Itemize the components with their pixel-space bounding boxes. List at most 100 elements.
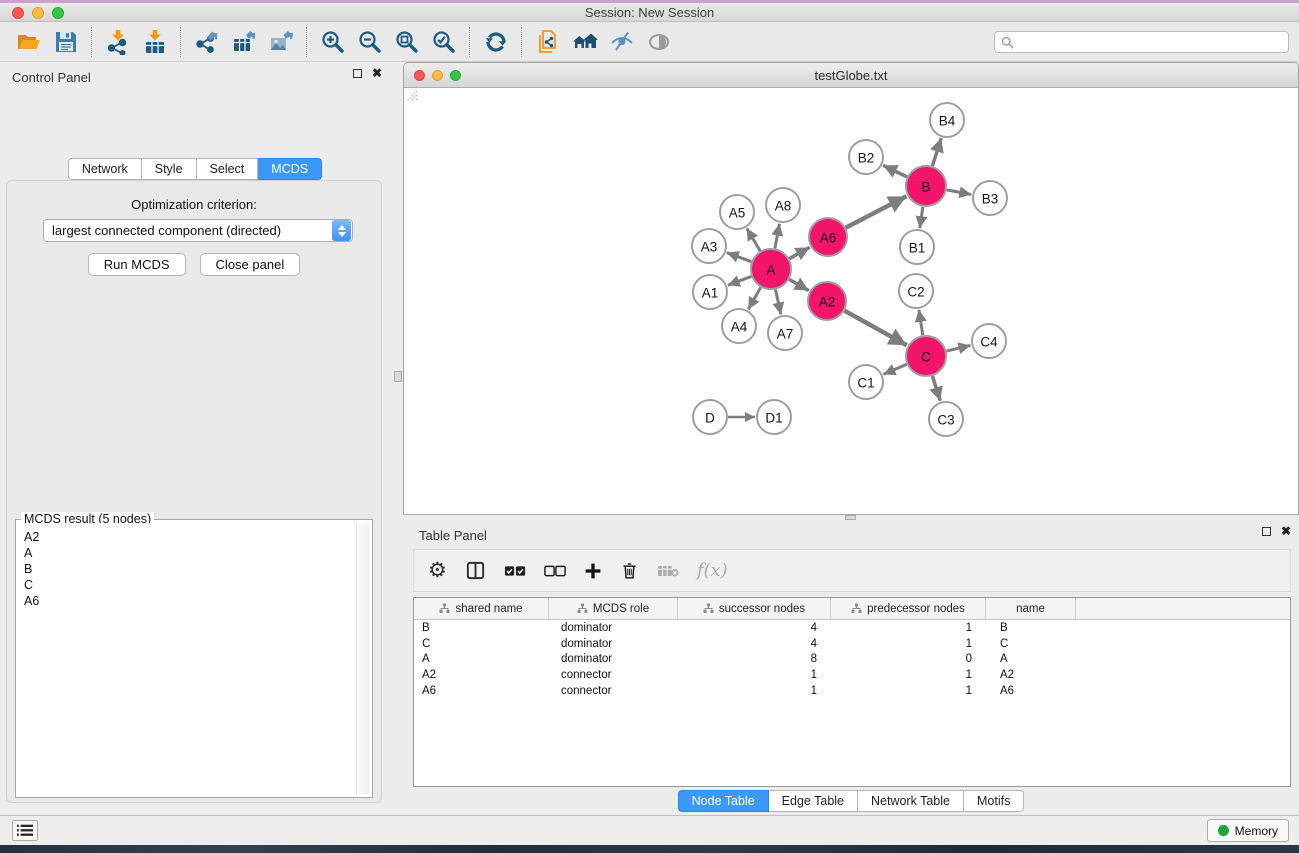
import-table-button[interactable] [136,26,173,58]
close-panel-icon[interactable]: ✖ [372,68,382,78]
add-column-button[interactable] [584,562,602,580]
edge-C-C3[interactable] [932,376,940,401]
column-header-shared-name[interactable]: shared name [414,598,549,619]
task-history-button[interactable] [12,820,38,841]
node-C4[interactable]: C4 [972,324,1006,358]
table-row[interactable]: A6connector11A6 [414,683,1290,699]
duplicate-network-button[interactable] [529,26,566,58]
node-A2[interactable]: A2 [808,282,846,320]
close-panel-button[interactable]: Close panel [200,253,301,276]
edge-A-A1[interactable] [728,276,752,285]
close-panel-icon[interactable]: ✖ [1281,526,1291,536]
edge-A6-B[interactable] [846,196,907,228]
minimize-window-button[interactable] [32,7,44,19]
result-item[interactable]: B [19,561,369,577]
column-header-predecessor-nodes[interactable]: predecessor nodes [831,598,986,619]
node-C3[interactable]: C3 [929,402,963,436]
result-item[interactable]: A [19,545,369,561]
tab-edge-table[interactable]: Edge Table [769,790,858,812]
network-close-button[interactable] [414,70,425,81]
export-network-button[interactable] [188,26,225,58]
edge-A-A6[interactable] [789,247,809,258]
node-C[interactable]: C [906,336,946,376]
edge-A-A7[interactable] [776,290,781,315]
node-B1[interactable]: B1 [900,230,934,264]
import-network-button[interactable] [99,26,136,58]
vertical-splitter-handle[interactable] [394,371,402,382]
zoom-selected-button[interactable] [425,26,462,58]
node-B[interactable]: B [906,166,946,206]
edge-B-B3[interactable] [947,190,972,195]
tab-select[interactable]: Select [197,158,259,180]
result-item[interactable]: A6 [19,593,369,609]
node-A[interactable]: A [751,249,791,289]
column-header-successor-nodes[interactable]: successor nodes [678,598,831,619]
table-row[interactable]: A2connector11A2 [414,667,1290,683]
edge-A-A4[interactable] [748,287,760,309]
edge-B-B2[interactable] [883,165,907,177]
refresh-button[interactable] [477,26,514,58]
table-row[interactable]: Bdominator41B [414,620,1290,636]
edge-C-C2[interactable] [919,310,923,335]
tab-node-table[interactable]: Node Table [678,790,769,812]
search-input[interactable] [1018,33,1288,51]
node-A7[interactable]: A7 [768,316,802,350]
float-panel-icon[interactable] [1262,527,1271,536]
hide-graphics-details-button[interactable] [603,26,640,58]
node-A6[interactable]: A6 [809,218,847,256]
node-D1[interactable]: D1 [757,400,791,434]
home-button[interactable] [566,26,603,58]
node-B4[interactable]: B4 [930,103,964,137]
edge-C-C1[interactable] [883,364,906,374]
network-canvas[interactable]: B4B2BB3A8A5A6A3B1AA1C2A2A4A7C4CC1C3DD1 [404,88,1298,514]
node-B3[interactable]: B3 [973,181,1007,215]
column-header-name[interactable]: name [986,598,1076,619]
export-image-button[interactable] [262,26,299,58]
tab-style[interactable]: Style [142,158,197,180]
node-A4[interactable]: A4 [722,309,756,343]
zoom-out-button[interactable] [351,26,388,58]
node-B2[interactable]: B2 [849,140,883,174]
select-all-button[interactable] [504,565,526,577]
resize-grip-icon[interactable] [404,88,418,102]
tab-network[interactable]: Network [68,158,142,180]
table-row[interactable]: Adominator80A [414,652,1290,668]
node-C2[interactable]: C2 [899,274,933,308]
run-mcds-button[interactable]: Run MCDS [88,253,186,276]
result-item[interactable]: A2 [19,529,369,545]
zoom-in-button[interactable] [314,26,351,58]
result-scrollbar[interactable] [356,523,369,794]
node-C1[interactable]: C1 [849,365,883,399]
column-header-MCDS-role[interactable]: MCDS role [549,598,678,619]
close-window-button[interactable] [12,7,24,19]
float-panel-icon[interactable] [353,69,362,78]
node-D[interactable]: D [693,400,727,434]
export-table-button[interactable] [225,26,262,58]
result-item[interactable]: C [19,577,369,593]
network-minimize-button[interactable] [432,70,443,81]
tab-network-table[interactable]: Network Table [858,790,964,812]
edge-A-A5[interactable] [747,228,761,251]
zoom-fit-button[interactable] [388,26,425,58]
edge-A-A8[interactable] [775,224,780,249]
delete-table-button[interactable] [657,564,679,578]
table-settings-button[interactable]: ⚙ [428,560,447,581]
function-builder-button[interactable]: f(x) [697,560,728,581]
show-columns-button[interactable] [465,560,486,581]
tab-mcds[interactable]: MCDS [258,158,322,180]
table-row[interactable]: Cdominator41C [414,636,1290,652]
edge-B-B1[interactable] [920,207,923,228]
edge-C-C4[interactable] [946,345,970,351]
criterion-dropdown[interactable]: largest connected component (directed) [43,219,353,242]
save-session-button[interactable] [47,26,84,58]
edge-A-A2[interactable] [789,279,809,290]
show-graphics-details-button[interactable] [640,26,677,58]
delete-column-button[interactable] [620,561,639,580]
open-session-button[interactable] [10,26,47,58]
tab-motifs[interactable]: Motifs [964,790,1024,812]
edge-B-B4[interactable] [932,138,941,166]
node-A5[interactable]: A5 [720,195,754,229]
edge-A-A3[interactable] [727,253,752,262]
node-A1[interactable]: A1 [693,275,727,309]
network-maximize-button[interactable] [450,70,461,81]
